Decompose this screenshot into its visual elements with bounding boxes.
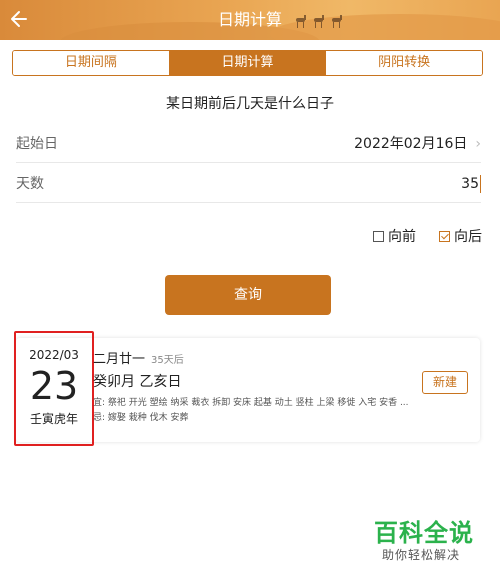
result-lunar-date: 二月廿一 xyxy=(93,352,146,367)
backward-checkbox[interactable]: 向后 xyxy=(439,226,482,246)
days-input[interactable]: 35 xyxy=(461,165,481,203)
days-label: 天数 xyxy=(16,176,44,192)
days-row[interactable]: 天数 35 xyxy=(16,165,481,203)
backward-label: 向后 xyxy=(454,229,482,245)
form-subtitle: 某日期前后几天是什么日子 xyxy=(166,96,334,112)
forward-checkbox[interactable]: 向前 xyxy=(373,226,416,246)
watermark-title: 百科全说 xyxy=(374,519,474,547)
days-value: 35 xyxy=(461,176,479,192)
tab-date-calculate[interactable]: 日期计算 xyxy=(168,51,326,75)
result-suitable-text: 宜: 祭祀 开光 塑绘 纳采 裁衣 拆卸 安床 起基 动土 竖柱 上梁 移徙 入… xyxy=(93,398,409,408)
checkbox-unchecked-icon xyxy=(373,230,384,242)
back-arrow-icon[interactable] xyxy=(8,6,34,32)
start-date-value-wrap[interactable]: 2022年02月16日 › xyxy=(354,125,481,163)
tab-lunar-solar-convert[interactable]: 阴阳转换 xyxy=(325,51,482,75)
text-cursor xyxy=(480,175,481,193)
mode-tabs: 日期间隔 日期计算 阴阳转换 xyxy=(12,50,483,76)
start-date-value: 2022年02月16日 xyxy=(354,136,468,152)
chevron-right-icon: › xyxy=(475,136,481,152)
watermark-subtitle: 助你轻松解决 xyxy=(382,548,461,562)
header-bar: 日期计算 xyxy=(0,0,500,40)
tab-date-interval[interactable]: 日期间隔 xyxy=(13,51,169,75)
start-date-row[interactable]: 起始日 2022年02月16日 › xyxy=(16,125,481,163)
result-avoid-text: 忌: 嫁娶 栽种 伐木 安葬 xyxy=(93,413,189,423)
result-after-text: 35天后 xyxy=(151,355,184,366)
new-event-button[interactable]: 新建 xyxy=(422,371,468,394)
result-lunar-line: 二月廿一 35天后 xyxy=(93,348,184,367)
result-year-month: 2022/03 xyxy=(29,348,79,362)
result-day: 23 xyxy=(29,364,79,408)
result-ganzhi-year: 壬寅虎年 xyxy=(29,412,78,426)
checkbox-checked-icon xyxy=(439,230,450,242)
page-title: 日期计算 xyxy=(217,10,282,29)
query-button[interactable]: 查询 xyxy=(165,275,331,315)
result-ganzhi-month-day: 癸卯月 乙亥日 xyxy=(93,374,182,390)
forward-label: 向前 xyxy=(388,229,416,245)
start-date-label: 起始日 xyxy=(16,136,58,152)
